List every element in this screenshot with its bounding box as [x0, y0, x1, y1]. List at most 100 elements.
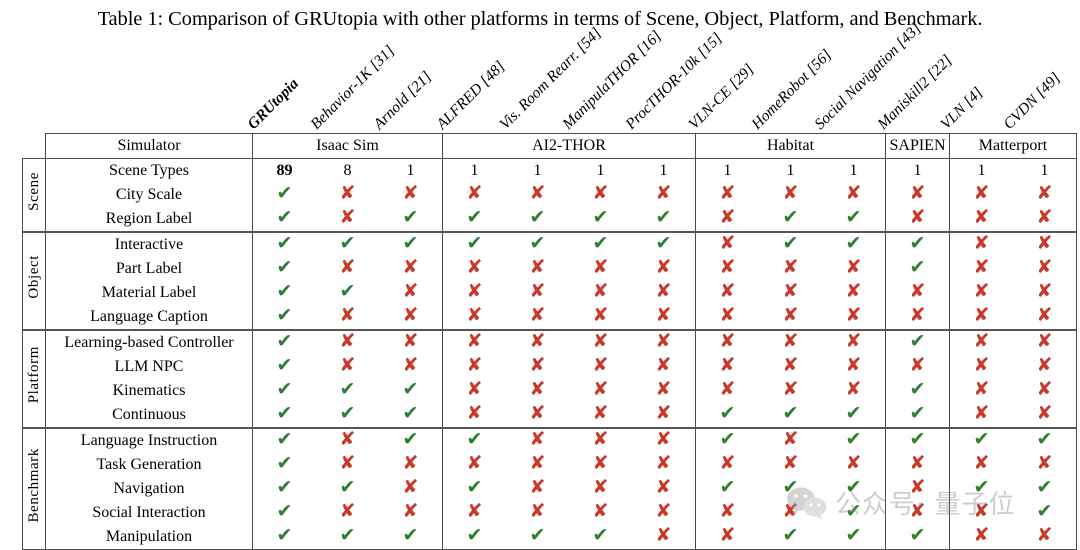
- cell-mark: ✘: [950, 183, 1014, 207]
- cross-icon: ✘: [402, 500, 419, 522]
- cell-mark: ✔: [379, 427, 443, 453]
- cross-icon: ✘: [719, 452, 736, 474]
- cell-mark: ✔: [443, 207, 507, 232]
- cell-mark: ✔: [822, 477, 886, 501]
- check-icon: ✔: [909, 428, 926, 450]
- cell-mark: ✘: [1013, 355, 1077, 379]
- row-label: Interactive: [45, 231, 253, 257]
- cell-mark: ✔: [759, 477, 822, 501]
- comparison-table: Simulator Isaac Sim AI2-THOR Habitat SAPIEN M…: [22, 133, 1077, 550]
- cell-mark: ✔: [885, 525, 950, 550]
- cell-mark: ✘: [569, 477, 632, 501]
- section-name-text: Scene: [26, 171, 42, 211]
- check-icon: ✔: [529, 524, 546, 546]
- check-icon: ✔: [402, 402, 419, 424]
- cell-mark: ✘: [506, 453, 569, 477]
- cross-icon: ✘: [655, 476, 672, 498]
- check-icon: ✔: [402, 232, 419, 254]
- cross-icon: ✘: [719, 256, 736, 278]
- cross-icon: ✘: [1036, 524, 1053, 546]
- cell-mark: ✘: [695, 231, 759, 257]
- cross-icon: ✘: [909, 182, 926, 204]
- cell-mark: ✔: [443, 477, 507, 501]
- cross-icon: ✘: [973, 402, 990, 424]
- cross-icon: ✘: [592, 182, 609, 204]
- cell-mark: ✘: [822, 257, 886, 281]
- cell-mark: ✔: [822, 231, 886, 257]
- table-row: LLM NPC ✔ ✘ ✘ ✘ ✘ ✘ ✘ ✘ ✘ ✘ ✘ ✘ ✘: [23, 355, 1077, 379]
- check-icon: ✔: [466, 476, 483, 498]
- cell-mark: ✘: [506, 329, 569, 355]
- cross-icon: ✘: [845, 330, 862, 352]
- row-label: Continuous: [45, 403, 253, 428]
- cell-mark: ✘: [316, 427, 379, 453]
- cell-number: 1: [695, 158, 759, 183]
- table-header-row: Simulator Isaac Sim AI2-THOR Habitat SAPIEN M…: [23, 133, 1077, 159]
- cell-number: 1: [442, 158, 506, 183]
- cross-icon: ✘: [909, 452, 926, 474]
- check-icon: ✔: [719, 476, 736, 498]
- cell-mark: ✘: [316, 257, 379, 281]
- cross-icon: ✘: [466, 330, 483, 352]
- cell-mark: ✔: [822, 501, 886, 525]
- cell-mark: ✘: [506, 355, 569, 379]
- cell-mark: ✘: [885, 305, 950, 330]
- cell-mark: ✘: [569, 329, 632, 355]
- cell-mark: ✘: [1013, 305, 1077, 330]
- cell-mark: ✔: [442, 427, 506, 453]
- cross-icon: ✘: [719, 280, 736, 302]
- cell-mark: ✔: [316, 281, 379, 305]
- cross-icon: ✘: [1036, 378, 1053, 400]
- cell-number: 1: [949, 158, 1013, 183]
- cell-number: 89: [252, 158, 316, 183]
- cross-icon: ✘: [1036, 304, 1053, 326]
- cell-mark: ✔: [252, 427, 316, 453]
- cell-mark: ✘: [950, 379, 1014, 403]
- cell-mark: ✔: [696, 477, 760, 501]
- section-label-platform: Platform: [22, 329, 46, 428]
- cross-icon: ✘: [529, 402, 546, 424]
- cell-mark: ✘: [632, 403, 696, 428]
- check-icon: ✔: [466, 206, 483, 228]
- cell-mark: ✘: [759, 379, 822, 403]
- cross-icon: ✘: [973, 378, 990, 400]
- row-label: Social Interaction: [45, 501, 253, 525]
- cell-mark: ✘: [506, 379, 569, 403]
- column-header-8: VLN-CE [29]: [685, 60, 758, 133]
- cross-icon: ✘: [973, 354, 990, 376]
- cross-icon: ✘: [466, 354, 483, 376]
- cell-mark: ✔: [506, 207, 569, 232]
- cross-icon: ✘: [1036, 330, 1053, 352]
- cross-icon: ✘: [655, 402, 672, 424]
- cross-icon: ✘: [973, 500, 990, 522]
- cell-mark: ✘: [822, 305, 886, 330]
- check-icon: ✔: [276, 500, 293, 522]
- cross-icon: ✘: [339, 354, 356, 376]
- cell-number: 1: [379, 158, 443, 183]
- cell-number: 1: [759, 158, 822, 183]
- cell-mark: ✘: [950, 207, 1014, 232]
- header-spacer: [23, 134, 46, 159]
- cell-mark: ✘: [506, 257, 569, 281]
- cell-mark: ✔: [442, 231, 506, 257]
- table-row: Language Caption ✔ ✘ ✘ ✘ ✘ ✘ ✘ ✘ ✘ ✘ ✘ ✘ ✘: [23, 305, 1077, 330]
- table-row: Task Generation ✔ ✘ ✘ ✘ ✘ ✘ ✘ ✘ ✘ ✘ ✘ ✘ ✘: [23, 453, 1077, 477]
- cell-mark: ✘: [632, 281, 696, 305]
- cell-mark: ✘: [822, 329, 886, 355]
- check-icon: ✔: [909, 256, 926, 278]
- cell-mark: ✘: [316, 329, 379, 355]
- cross-icon: ✘: [782, 280, 799, 302]
- cell-mark: ✘: [696, 305, 760, 330]
- cross-icon: ✘: [973, 280, 990, 302]
- check-icon: ✔: [909, 378, 926, 400]
- check-icon: ✔: [845, 500, 862, 522]
- number-value: 1: [977, 162, 986, 179]
- cell-mark: ✘: [759, 501, 822, 525]
- cell-number: 1: [822, 158, 886, 183]
- cell-mark: ✔: [253, 453, 317, 477]
- number-value: 1: [470, 162, 479, 179]
- cell-mark: ✘: [316, 183, 379, 207]
- cell-mark: ✔: [569, 207, 632, 232]
- cell-mark: ✔: [253, 305, 317, 330]
- cross-icon: ✘: [719, 330, 736, 352]
